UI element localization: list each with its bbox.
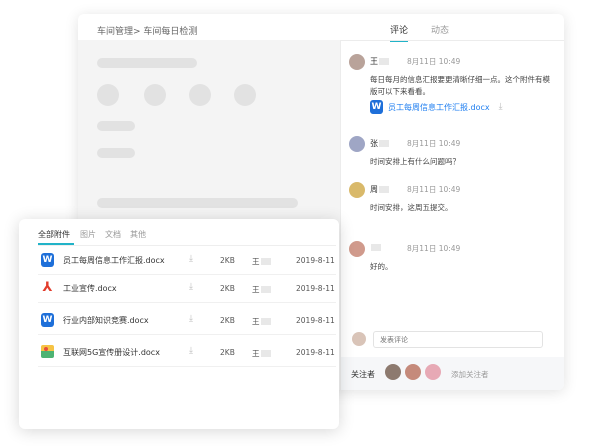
file-date: 2019-8-11 <box>296 316 335 325</box>
comment-item: 王 8月11日 10:49 每日每月的信息汇报要更清晰仔细一点。这个附件有模版可… <box>349 54 554 134</box>
skeleton-line <box>97 148 135 158</box>
skeleton-circle <box>144 84 166 106</box>
comment-text: 时间安排，这周五提交。 <box>370 203 453 212</box>
download-icon[interactable]: ⤓ <box>499 102 503 112</box>
comment-item: 张 8月11日 10:49 时间安排上有什么问题吗？ <box>349 136 554 176</box>
image-icon <box>41 345 54 358</box>
file-size: 2KB <box>220 348 235 357</box>
comment-time: 8月11日 10:49 <box>407 57 461 66</box>
file-owner: 王 <box>252 316 271 327</box>
skeleton-circle <box>97 84 119 106</box>
download-icon[interactable]: ⤓ <box>189 346 193 356</box>
tab-others[interactable]: 其他 <box>130 229 146 240</box>
file-row[interactable]: W 员工每周信息工作汇报.docx ⤓ 2KB 王 2019-8-11 <box>38 246 336 275</box>
follower-avatar[interactable] <box>405 364 421 380</box>
file-name[interactable]: 行业内部知识竞赛.docx <box>63 315 149 326</box>
followers-label: 关注者 <box>351 370 375 379</box>
file-owner: 王 <box>252 256 271 267</box>
comment-author <box>370 243 381 252</box>
comment-text: 时间安排上有什么问题吗？ <box>370 157 460 166</box>
avatar <box>349 182 365 198</box>
avatar <box>349 241 365 257</box>
comment-input[interactable] <box>373 331 543 348</box>
file-name[interactable]: 互联网5G宣传册设计.docx <box>63 347 160 358</box>
comment-time: 8月11日 10:49 <box>407 139 461 148</box>
skeleton-circle <box>234 84 256 106</box>
add-follower-button[interactable]: 添加关注者 <box>451 369 489 380</box>
file-size: 2KB <box>220 316 235 325</box>
avatar <box>349 136 365 152</box>
avatar <box>352 332 366 346</box>
word-icon: W <box>370 100 383 114</box>
file-date: 2019-8-11 <box>296 348 335 357</box>
comment-time: 8月11日 10:49 <box>407 185 461 194</box>
comment-author: 张 <box>370 138 389 149</box>
tab-activity[interactable]: 动态 <box>431 23 449 40</box>
tab-images[interactable]: 图片 <box>80 229 96 240</box>
tab-all-attachments[interactable]: 全部附件 <box>38 229 70 240</box>
tab-documents[interactable]: 文档 <box>105 229 121 240</box>
skeleton-line <box>97 121 135 131</box>
file-date: 2019-8-11 <box>296 256 335 265</box>
download-icon[interactable]: ⤓ <box>189 314 193 324</box>
download-icon[interactable]: ⤓ <box>189 282 193 292</box>
word-icon: W <box>41 253 54 267</box>
attachment-name[interactable]: 员工每周信息工作汇报.docx <box>388 102 490 113</box>
file-row[interactable]: W 行业内部知识竞赛.docx ⤓ 2KB 王 2019-8-11 <box>38 306 336 335</box>
word-icon: W <box>41 313 54 327</box>
file-name[interactable]: 员工每周信息工作汇报.docx <box>63 255 165 266</box>
comment-author: 王 <box>370 56 389 67</box>
file-row[interactable]: ⅄ 工业宣传.docx ⤓ 2KB 王 2019-8-11 <box>38 274 336 303</box>
skeleton-line <box>97 58 197 68</box>
comment-item: 8月11日 10:49 好的。 <box>349 241 554 281</box>
comment-time: 8月11日 10:49 <box>407 244 461 253</box>
file-date: 2019-8-11 <box>296 284 335 293</box>
skeleton-line <box>97 198 298 208</box>
breadcrumb[interactable]: 车间管理> 车间每日检测 <box>97 24 197 37</box>
file-row[interactable]: 互联网5G宣传册设计.docx ⤓ 2KB 王 2019-8-11 <box>38 338 336 367</box>
download-icon[interactable]: ⤓ <box>189 254 193 264</box>
file-owner: 王 <box>252 348 271 359</box>
attachments-panel: 全部附件 图片 文档 其他 W 员工每周信息工作汇报.docx ⤓ 2KB 王 … <box>19 219 339 429</box>
pdf-icon: ⅄ <box>42 280 53 295</box>
follower-avatar[interactable] <box>425 364 441 380</box>
comment-author: 周 <box>370 184 389 195</box>
file-size: 2KB <box>220 284 235 293</box>
comment-text: 好的。 <box>370 262 393 271</box>
comment-text: 每日每月的信息汇报要更清晰仔细一点。这个附件有模版可以下来看看。 <box>370 75 550 96</box>
avatar <box>349 54 365 70</box>
file-name[interactable]: 工业宣传.docx <box>63 283 117 294</box>
followers-bar: 关注者 添加关注者 <box>341 357 564 390</box>
comment-attachment[interactable]: W 员工每周信息工作汇报.docx ⤓ <box>370 100 503 114</box>
follower-avatar[interactable] <box>385 364 401 380</box>
file-size: 2KB <box>220 256 235 265</box>
skeleton-circle <box>189 84 211 106</box>
pane-divider <box>340 40 341 390</box>
file-owner: 王 <box>252 284 271 295</box>
comment-item: 周 8月11日 10:49 时间安排，这周五提交。 <box>349 182 554 222</box>
